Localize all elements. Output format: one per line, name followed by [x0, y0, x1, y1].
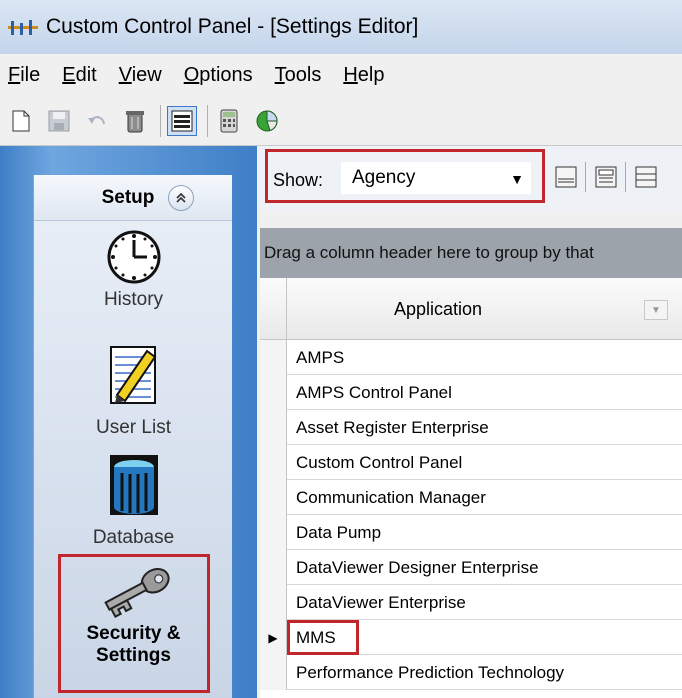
show-filter-bar: Show: Agency ▼: [257, 146, 682, 210]
row-selector[interactable]: [260, 480, 287, 515]
sidebar-group-title: Setup: [101, 186, 155, 208]
row-selector[interactable]: [260, 445, 287, 480]
row-selector[interactable]: [260, 410, 287, 445]
table-row[interactable]: DataViewer Designer Enterprise: [260, 550, 682, 585]
column-filter-icon[interactable]: ▼: [644, 300, 668, 320]
group-by-hint: Drag a column header here to group by th…: [264, 243, 594, 262]
single-view-icon[interactable]: [553, 164, 579, 190]
menu-help[interactable]: Help: [343, 64, 384, 87]
title-bar: Custom Control Panel - [Settings Editor]: [0, 0, 682, 54]
row-selector[interactable]: [260, 340, 287, 375]
table-row[interactable]: Communication Manager: [260, 480, 682, 515]
application-cell[interactable]: Communication Manager: [296, 480, 486, 515]
menu-edit[interactable]: Edit: [62, 64, 96, 87]
group-by-area[interactable]: Drag a column header here to group by th…: [260, 228, 682, 278]
form-view-icon[interactable]: [593, 164, 619, 190]
sidebar-item-label: User List: [96, 417, 171, 438]
security-settings-highlight-box: [58, 554, 210, 693]
menu-bar: File Edit View Options Tools Help: [0, 54, 682, 96]
toolbar-separator: [160, 104, 161, 137]
table-row[interactable]: Data Pump: [260, 515, 682, 550]
application-cell[interactable]: AMPS Control Panel: [296, 375, 452, 410]
undo-icon[interactable]: [82, 106, 112, 136]
menu-options[interactable]: Options: [184, 64, 253, 87]
sidebar-item-history[interactable]: History: [34, 229, 233, 311]
table-row[interactable]: Custom Control Panel: [260, 445, 682, 480]
grid-view-icon[interactable]: [633, 164, 659, 190]
row-selector[interactable]: [260, 375, 287, 410]
sidebar-item-user-list[interactable]: User List: [34, 343, 233, 439]
column-header-label: Application: [393, 298, 483, 319]
mms-highlight-box: [287, 620, 359, 655]
calculator-icon[interactable]: [214, 106, 244, 136]
table-row[interactable]: Asset Register Enterprise: [260, 410, 682, 445]
table-row-current[interactable]: ▶ MMS: [260, 620, 682, 655]
notepad-pencil-icon: [109, 346, 156, 404]
application-cell[interactable]: Asset Register Enterprise: [296, 410, 489, 445]
toolbar: [0, 96, 682, 146]
pie-chart-icon[interactable]: [252, 106, 282, 136]
grid-header: Application ▼: [260, 278, 682, 340]
row-selector[interactable]: [260, 655, 287, 690]
application-cell[interactable]: Data Pump: [296, 515, 381, 550]
sidebar-item-label: Database: [92, 527, 175, 548]
row-selector[interactable]: [260, 515, 287, 550]
application-cell[interactable]: DataViewer Enterprise: [296, 585, 466, 620]
application-cell[interactable]: Custom Control Panel: [296, 445, 462, 480]
applications-grid: Application ▼ AMPS AMPS Control Panel As…: [260, 278, 682, 698]
toolbar-separator: [207, 104, 208, 137]
current-row-arrow-icon[interactable]: ▶: [260, 620, 287, 655]
row-selector[interactable]: [260, 550, 287, 585]
menu-tools[interactable]: Tools: [275, 64, 322, 87]
collapse-chevron-icon[interactable]: [168, 184, 195, 211]
table-row[interactable]: AMPS Control Panel: [260, 375, 682, 410]
row-header-column: [260, 278, 287, 340]
row-selector[interactable]: [260, 585, 287, 620]
main-content: Show: Agency ▼ Drag a column header here…: [257, 146, 682, 698]
sidebar-group-setup[interactable]: Setup: [34, 175, 232, 221]
new-document-icon[interactable]: [6, 106, 36, 136]
table-row[interactable]: AMPS: [260, 340, 682, 375]
recycle-bin-icon[interactable]: [120, 106, 150, 136]
toolbar-separator: [585, 162, 586, 192]
sidebar-item-database[interactable]: Database: [34, 453, 233, 549]
application-cell[interactable]: AMPS: [296, 340, 344, 375]
toolbar-separator: [625, 162, 626, 192]
save-icon[interactable]: [44, 106, 74, 136]
application-cell[interactable]: DataViewer Designer Enterprise: [296, 550, 539, 585]
show-highlight-box: [265, 149, 545, 203]
database-icon: [109, 455, 158, 515]
clock-icon: [107, 230, 160, 284]
application-cell[interactable]: Performance Prediction Technology: [296, 655, 564, 690]
table-row[interactable]: DataViewer Enterprise: [260, 585, 682, 620]
sidebar-item-label: History: [103, 289, 164, 310]
menu-view[interactable]: View: [119, 64, 162, 87]
window-title: Custom Control Panel - [Settings Editor]: [46, 15, 419, 38]
menu-file[interactable]: File: [8, 64, 40, 87]
table-row[interactable]: Performance Prediction Technology: [260, 655, 682, 690]
list-view-icon[interactable]: [167, 105, 197, 136]
app-icon: [6, 16, 40, 38]
column-header-application[interactable]: Application: [288, 278, 588, 340]
